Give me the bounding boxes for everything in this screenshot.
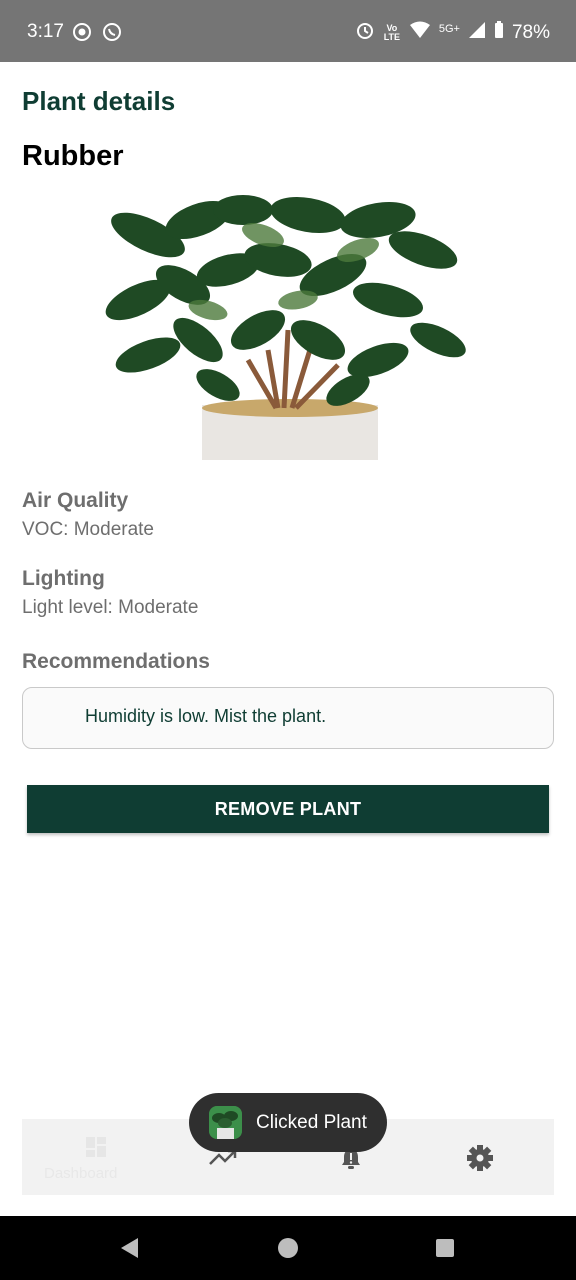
home-icon[interactable]	[277, 1237, 299, 1264]
dashboard-icon	[84, 1135, 108, 1164]
page-title: Plant details	[22, 86, 176, 116]
whatsapp-icon	[102, 22, 122, 47]
status-time: 3:17	[27, 21, 64, 42]
battery-percent: 78%	[511, 21, 550, 43]
screen-record-icon	[72, 22, 92, 47]
air-quality-title: Air Quality	[22, 489, 129, 512]
volte-icon: Vo LTE	[383, 22, 401, 42]
recents-icon[interactable]	[435, 1238, 455, 1263]
gear-icon	[466, 1144, 494, 1177]
nav-dashboard-label: Dashboard	[44, 1165, 118, 1182]
system-nav-bar	[0, 1216, 576, 1280]
app-icon	[209, 1106, 242, 1139]
remove-plant-button[interactable]: REMOVE PLANT	[27, 785, 549, 833]
signal-icon	[468, 21, 486, 44]
recommendations-title: Recommendations	[22, 650, 210, 673]
toast-text: Clicked Plant	[256, 1112, 367, 1133]
alarm-icon	[355, 20, 375, 45]
battery-icon	[494, 21, 504, 44]
recommendation-card: Humidity is low. Mist the plant.	[22, 687, 554, 749]
plant-name: Rubber	[22, 140, 124, 172]
back-icon[interactable]	[118, 1236, 140, 1265]
status-bar: 3:17 Vo LTE 5G+ 78%	[0, 0, 576, 62]
nav-dashboard[interactable]: Dashboard	[22, 1119, 162, 1195]
lighting-value: Light level: Moderate	[22, 597, 199, 618]
recommendation-text: Humidity is low. Mist the plant.	[85, 706, 327, 726]
toast: Clicked Plant	[189, 1093, 387, 1152]
lighting-title: Lighting	[22, 567, 105, 590]
plant-image	[78, 190, 474, 460]
wifi-icon	[409, 21, 431, 44]
network-type: 5G+	[438, 22, 460, 35]
air-quality-value: VOC: Moderate	[22, 519, 154, 540]
nav-settings[interactable]	[452, 1119, 512, 1195]
